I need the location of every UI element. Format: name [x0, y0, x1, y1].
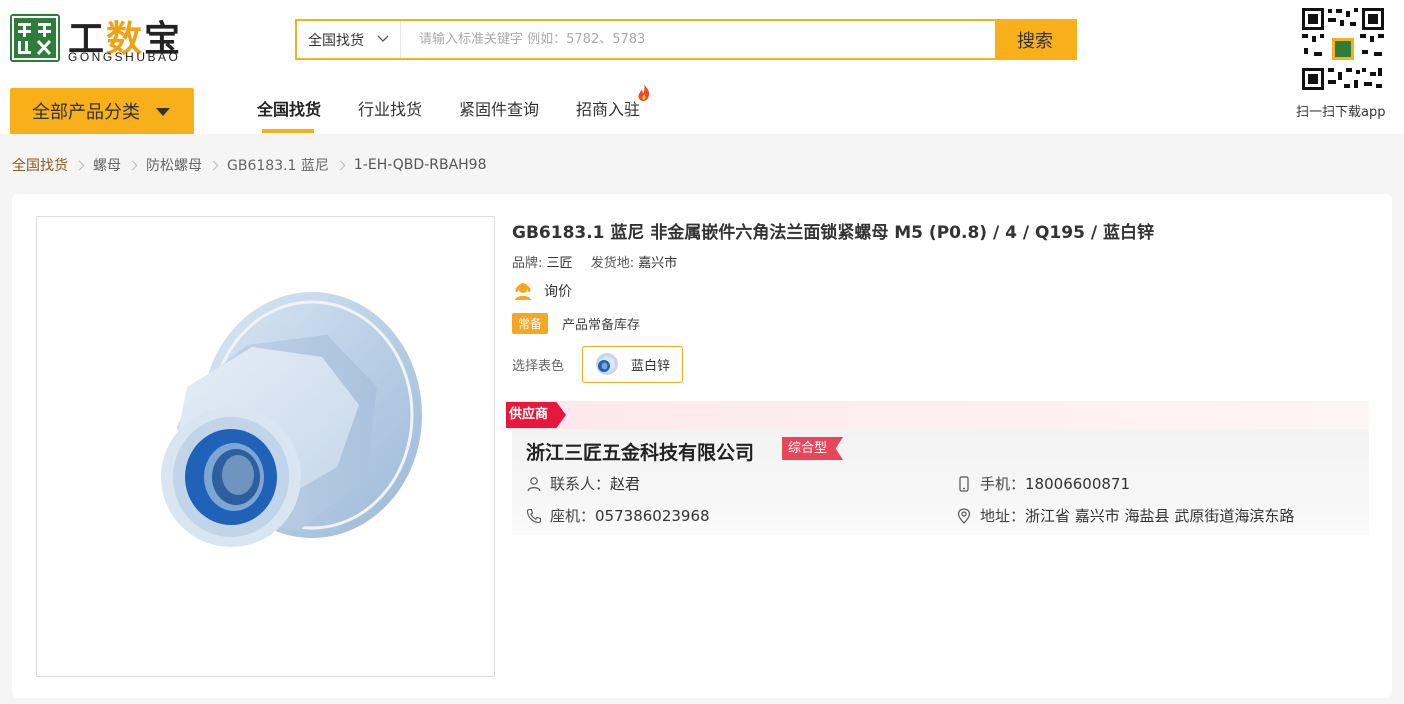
chevron-right-icon — [74, 160, 85, 170]
nav-national-search[interactable]: 全国找货 — [257, 96, 321, 120]
breadcrumb-item[interactable]: 螺母 — [93, 155, 121, 175]
supplier-contact: 联系人： 赵君 — [526, 473, 640, 494]
address-value: 浙江省 嘉兴市 海盐县 武原街道海滨东路 — [1025, 507, 1295, 525]
all-categories-label: 全部产品分类 — [32, 102, 140, 123]
mobile-label: 手机： — [980, 475, 1026, 493]
location-pin-icon — [957, 507, 971, 524]
product-card: GB6183.1 蓝尼 非金属嵌件六角法兰面锁紧螺母 M5 (P0.8) / 4… — [12, 194, 1392, 698]
inquiry-button[interactable]: 询价 — [512, 280, 572, 302]
origin-label: 发货地: — [590, 256, 635, 271]
breadcrumb-item[interactable]: 全国找货 — [12, 155, 68, 175]
chevron-right-icon — [208, 160, 219, 170]
nav-merchant-join[interactable]: 招商入驻 — [576, 96, 640, 120]
address-label: 地址： — [980, 507, 1026, 525]
supplier-tag: 供应商 — [506, 402, 566, 428]
product-image — [36, 216, 495, 677]
search-button[interactable]: 搜索 — [995, 19, 1075, 60]
supplier-address: 地址： 浙江省 嘉兴市 海盐县 武原街道海滨东路 — [956, 505, 1294, 526]
landline-value: 057386023968 — [595, 506, 710, 525]
header: 工数宝 GONGSHUBAO 全国找货 搜索 — [0, 0, 1404, 134]
landline-label: 座机： — [550, 507, 596, 525]
inquiry-label: 询价 — [544, 284, 572, 300]
qr-caption: 扫一扫下载app — [1296, 105, 1386, 120]
search-scope-label: 全国找货 — [308, 32, 364, 49]
color-selector: 选择表色 蓝白锌 — [512, 346, 684, 383]
fire-icon — [638, 84, 650, 101]
brand-label: 品牌: — [512, 256, 543, 271]
color-label: 选择表色 — [512, 359, 565, 374]
supplier-type-badge: 综合型 — [782, 437, 844, 460]
logo-mark-icon — [10, 14, 60, 62]
customer-service-icon — [515, 283, 531, 300]
nut-thumbnail-icon — [596, 352, 619, 375]
mobile-value: 18006600871 — [1025, 474, 1130, 493]
breadcrumb-item[interactable]: GB6183.1 蓝尼 — [227, 155, 329, 175]
nav-fastener-query[interactable]: 紧固件查询 — [459, 96, 539, 120]
color-option-blue-white-zinc[interactable]: 蓝白锌 — [582, 346, 684, 383]
product-meta: 品牌: 三匠 发货地: 嘉兴市 — [512, 252, 691, 271]
breadcrumb: 全国找货 螺母 防松螺母 GB6183.1 蓝尼 1-EH-QBD-RBAH98 — [12, 155, 487, 175]
search-scope-select[interactable]: 全国找货 — [297, 21, 401, 58]
chevron-right-icon — [335, 160, 346, 170]
color-option-label: 蓝白锌 — [631, 359, 671, 374]
all-categories-button[interactable]: 全部产品分类 — [10, 88, 194, 134]
nav-industry-search[interactable]: 行业找货 — [358, 96, 422, 120]
supplier-mobile: 手机： 18006600871 — [956, 473, 1130, 494]
supplier-box: 浙江三匠五金科技有限公司 综合型 联系人： 赵君 座机： 05738602396… — [512, 429, 1369, 535]
caret-down-icon — [156, 108, 170, 116]
stock-badge: 常备 — [512, 313, 549, 334]
qr-code-icon — [1300, 6, 1386, 92]
nav-active-underline — [262, 129, 314, 133]
contact-value: 赵君 — [610, 475, 641, 493]
person-icon — [527, 476, 541, 491]
origin-value: 嘉兴市 — [638, 256, 678, 271]
flange-nut-icon — [161, 292, 422, 547]
supplier-name[interactable]: 浙江三匠五金科技有限公司 — [526, 438, 754, 465]
supplier-band — [506, 401, 1369, 429]
stock-status: 常备 产品常备库存 — [512, 313, 640, 334]
stock-text: 产品常备库存 — [562, 318, 641, 333]
product-title: GB6183.1 蓝尼 非金属嵌件六角法兰面锁紧螺母 M5 (P0.8) / 4… — [512, 223, 1154, 243]
mobile-icon — [959, 475, 969, 492]
logo[interactable]: 工数宝 GONGSHUBAO — [10, 14, 200, 64]
contact-label: 联系人： — [550, 475, 611, 493]
brand-value: 三匠 — [546, 256, 573, 271]
chevron-right-icon — [127, 160, 138, 170]
logo-subtitle: GONGSHUBAO — [68, 50, 181, 64]
search-input[interactable] — [401, 21, 997, 58]
breadcrumb-current: 1-EH-QBD-RBAH98 — [353, 157, 487, 173]
supplier-landline: 座机： 057386023968 — [526, 505, 710, 526]
phone-icon — [526, 508, 542, 523]
breadcrumb-item[interactable]: 防松螺母 — [146, 155, 202, 175]
chevron-down-icon — [377, 35, 389, 42]
search-bar: 全国找货 搜索 — [295, 19, 1077, 60]
